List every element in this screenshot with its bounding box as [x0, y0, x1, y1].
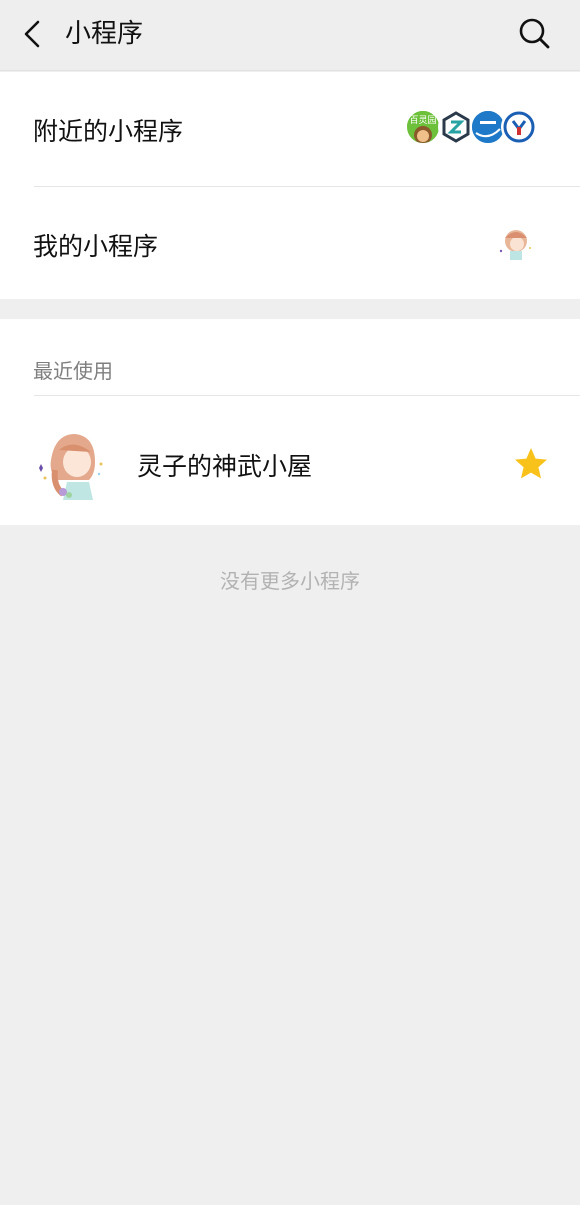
chevron-left-icon — [24, 20, 40, 48]
search-icon — [519, 18, 550, 49]
page-title: 小程序 — [65, 19, 144, 49]
nearby-app-icon — [501, 109, 537, 145]
star-icon — [515, 448, 547, 479]
favorite-star-button[interactable] — [513, 446, 549, 482]
search-button[interactable] — [516, 15, 552, 51]
no-more-mini-programs-text: 没有更多小程序 — [220, 569, 360, 593]
my-mini-programs-row[interactable]: 我的小程序 — [0, 187, 580, 299]
my-mini-program-avatar — [496, 224, 534, 262]
back-button[interactable] — [14, 16, 50, 52]
nearby-app-icon — [438, 109, 474, 145]
nearby-app-icon: 百灵园 — [405, 109, 441, 145]
recently-used-title: 最近使用 — [33, 359, 113, 383]
mini-program-menu: 附近的小程序 百灵园 我的小程序 — [0, 72, 580, 299]
nearby-app-icon-text: 百灵园 — [409, 115, 436, 126]
my-mini-programs-label: 我的小程序 — [33, 232, 159, 261]
nearby-mini-programs-label: 附近的小程序 — [33, 117, 184, 146]
nearby-mini-programs-row[interactable]: 附近的小程序 百灵园 — [0, 72, 580, 186]
recent-mini-program-name: 灵子的神武小屋 — [137, 452, 313, 481]
recently-used-section: 最近使用 灵子的神武小屋 — [0, 319, 580, 525]
recent-mini-program-avatar — [33, 426, 109, 502]
recent-mini-program-item[interactable]: 灵子的神武小屋 — [0, 396, 580, 525]
top-bar: 小程序 — [0, 0, 580, 71]
mini-programs-page: 小程序 附近的小程序 百灵园 我的小程序 最近使用 灵子的神武小屋 没有更多小程… — [0, 0, 580, 1205]
